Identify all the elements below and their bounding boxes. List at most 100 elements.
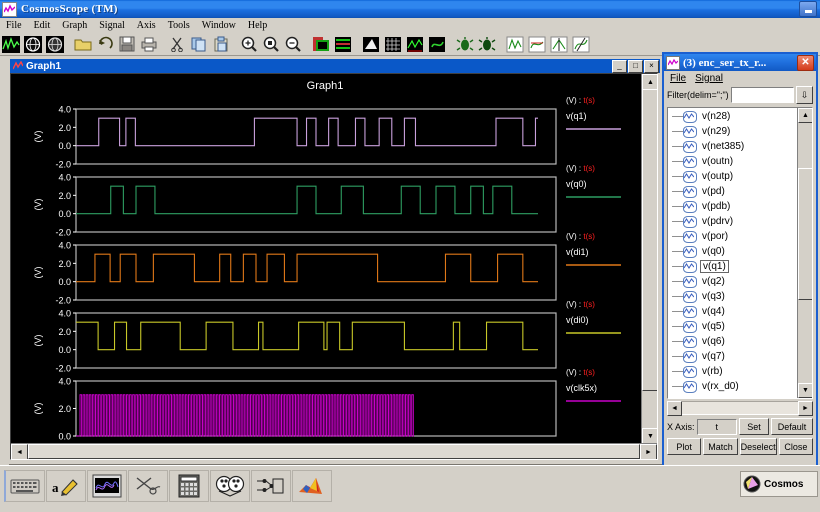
menu-item-edit[interactable]: Edit: [28, 18, 57, 33]
stack-icon[interactable]: [332, 33, 354, 55]
filter-input[interactable]: [730, 87, 794, 103]
graph-minimize-button[interactable]: _: [612, 59, 627, 73]
horizontal-scroll-thumb[interactable]: [28, 444, 640, 459]
copy-icon[interactable]: [188, 33, 210, 55]
plot-button[interactable]: Plot: [667, 438, 702, 455]
menu-item-signal[interactable]: Signal: [93, 18, 131, 33]
default-button[interactable]: Default: [771, 418, 813, 435]
graph-window-title-bar[interactable]: Graph1 _ □ ×: [10, 59, 660, 73]
grid-icon[interactable]: [382, 33, 404, 55]
annotate-icon[interactable]: a: [46, 470, 86, 502]
signal-list-horizontal-scrollbar[interactable]: ◄ ►: [667, 401, 813, 416]
menu-item-file[interactable]: File: [0, 18, 28, 33]
signal-menu-signal[interactable]: Signal: [695, 73, 723, 84]
scope-icon[interactable]: [87, 470, 127, 502]
graph-vertical-scrollbar[interactable]: ▲ ▼: [641, 74, 657, 444]
zoom-area-icon[interactable]: [260, 33, 282, 55]
x-axis-value[interactable]: t: [696, 418, 737, 435]
revert-icon[interactable]: [94, 33, 116, 55]
globe-light-icon[interactable]: [44, 33, 66, 55]
open-folder-icon[interactable]: [72, 33, 94, 55]
signal-hscroll-right-arrow-icon[interactable]: ►: [798, 401, 813, 416]
list-item[interactable]: v(rx_d0): [668, 379, 798, 394]
list-item[interactable]: v(pd): [668, 184, 798, 199]
zoom-in-icon[interactable]: [238, 33, 260, 55]
set-button[interactable]: Set: [739, 418, 769, 435]
list-item[interactable]: v(n28): [668, 109, 798, 124]
list-item[interactable]: v(outn): [668, 154, 798, 169]
measure1-icon[interactable]: [504, 33, 526, 55]
graph-close-button[interactable]: ×: [644, 59, 659, 73]
chart-icon[interactable]: [404, 33, 426, 55]
measure3-icon[interactable]: [548, 33, 570, 55]
cut-icon[interactable]: [166, 33, 188, 55]
signal-waveform-icon: [683, 320, 697, 333]
graph-horizontal-scrollbar[interactable]: ◄ ►: [11, 443, 657, 459]
bug-icon[interactable]: [454, 33, 476, 55]
matlab-icon[interactable]: [292, 470, 332, 502]
list-item[interactable]: v(n29): [668, 124, 798, 139]
signal-label: v(outn): [702, 156, 734, 167]
panels-icon[interactable]: [310, 33, 332, 55]
list-item[interactable]: v(pdrv): [668, 214, 798, 229]
zoom-out-icon[interactable]: [282, 33, 304, 55]
list-item[interactable]: v(por): [668, 229, 798, 244]
netlist-icon[interactable]: [251, 470, 291, 502]
list-item[interactable]: v(outp): [668, 169, 798, 184]
scroll-right-arrow-icon[interactable]: ►: [640, 444, 657, 459]
menu-item-graph[interactable]: Graph: [56, 18, 93, 33]
measure4-icon[interactable]: [570, 33, 592, 55]
menu-item-axis[interactable]: Axis: [131, 18, 162, 33]
vertical-scroll-thumb[interactable]: [642, 89, 657, 391]
paste-icon[interactable]: [210, 33, 232, 55]
venn-icon[interactable]: [210, 470, 250, 502]
bug-alt-icon[interactable]: [476, 33, 498, 55]
scroll-down-arrow-icon[interactable]: ▼: [642, 428, 657, 444]
menu-item-window[interactable]: Window: [196, 18, 242, 33]
list-item[interactable]: v(rb): [668, 364, 798, 379]
signal-scroll-up-arrow-icon[interactable]: ▲: [798, 108, 812, 123]
list-item[interactable]: v(q1): [668, 259, 798, 274]
list-item[interactable]: v(q0): [668, 244, 798, 259]
globe-dark-icon[interactable]: [22, 33, 44, 55]
scroll-up-arrow-icon[interactable]: ▲: [642, 74, 657, 90]
refresh-icon[interactable]: [426, 33, 448, 55]
plot-area[interactable]: Graph1 4.0 2.0 0.0 -2.0 (V) (V) : t(s) v(q1) 4.…: [11, 74, 639, 456]
list-item[interactable]: v(q2): [668, 274, 798, 289]
signal-window-title-bar[interactable]: (3) enc_ser_tx_r... ✕: [664, 54, 816, 71]
print-icon[interactable]: [138, 33, 160, 55]
list-item[interactable]: v(q5): [668, 319, 798, 334]
match-button[interactable]: Match: [703, 438, 738, 455]
waveform-icon[interactable]: [0, 33, 22, 55]
deselect-button[interactable]: Deselect: [739, 438, 777, 455]
arrow-down-icon[interactable]: ⇩: [796, 86, 813, 104]
signal-menu-file[interactable]: File: [670, 73, 686, 84]
save-icon[interactable]: [116, 33, 138, 55]
whiteboard-icon[interactable]: [360, 33, 382, 55]
list-item[interactable]: v(net385): [668, 139, 798, 154]
svg-text:-2.0: -2.0: [55, 228, 71, 238]
menu-item-help[interactable]: Help: [242, 18, 273, 33]
minimize-button[interactable]: [799, 1, 817, 17]
list-item[interactable]: v(q3): [668, 289, 798, 304]
signal-list-scrollbar[interactable]: ▲ ▼: [797, 108, 812, 398]
signal-window-close-button[interactable]: ✕: [797, 54, 814, 71]
keyboard-icon[interactable]: [4, 470, 45, 502]
graph-maximize-button[interactable]: □: [628, 59, 643, 73]
calculator-icon[interactable]: [169, 470, 209, 502]
list-item[interactable]: v(q7): [668, 349, 798, 364]
scroll-left-arrow-icon[interactable]: ◄: [11, 444, 28, 459]
signal-scroll-down-arrow-icon[interactable]: ▼: [798, 383, 812, 398]
signal-list[interactable]: v(n28) v(n29) v(net385) v(outn) v(outp) v(pd)…: [667, 107, 813, 399]
signal-label: v(q5): [702, 321, 725, 332]
scissors-icon[interactable]: [128, 470, 168, 502]
measure2-icon[interactable]: [526, 33, 548, 55]
close-button[interactable]: Close: [778, 438, 813, 455]
signal-scroll-thumb[interactable]: [798, 168, 812, 300]
list-item[interactable]: v(q6): [668, 334, 798, 349]
menu-item-tools[interactable]: Tools: [162, 18, 196, 33]
signal-hscroll-track[interactable]: [682, 401, 798, 415]
list-item[interactable]: v(q4): [668, 304, 798, 319]
signal-hscroll-left-arrow-icon[interactable]: ◄: [667, 401, 682, 416]
list-item[interactable]: v(pdb): [668, 199, 798, 214]
